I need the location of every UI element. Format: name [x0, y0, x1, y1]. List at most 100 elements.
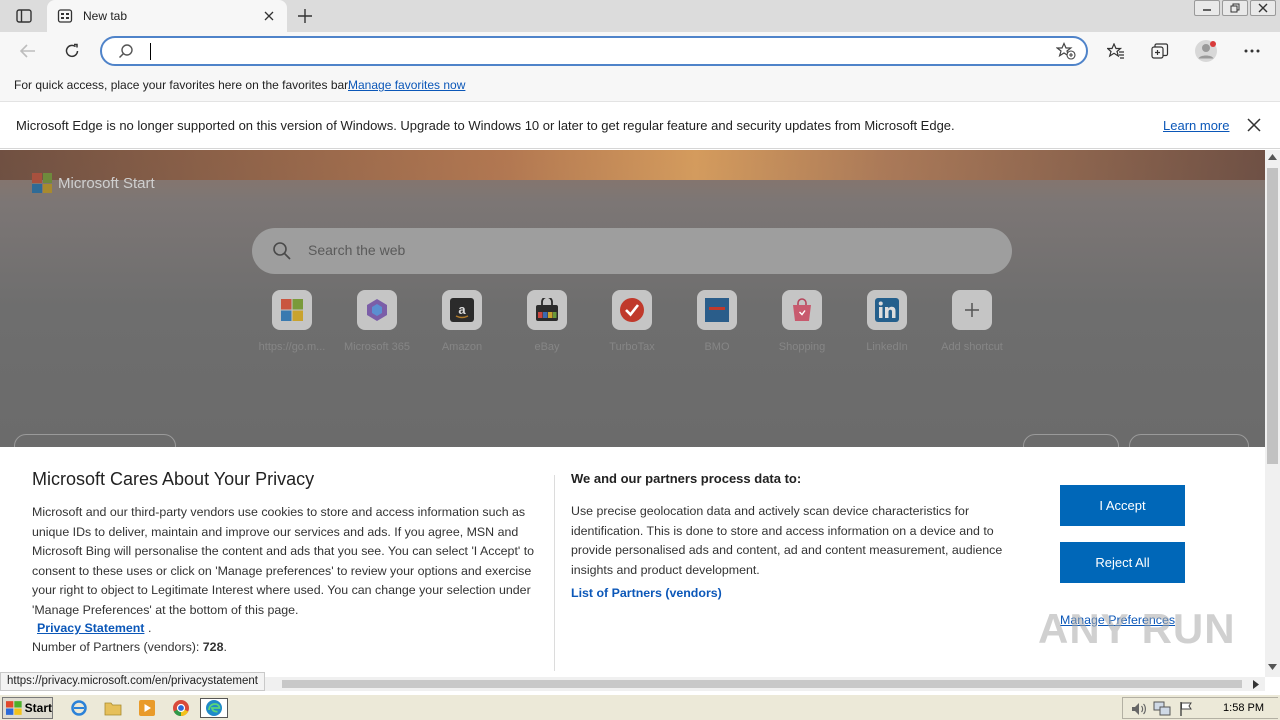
- shortcut-label: LinkedIn: [866, 341, 908, 353]
- learn-more-link[interactable]: Learn more: [1163, 118, 1229, 133]
- close-icon: [264, 11, 274, 21]
- title-bar: New tab: [0, 0, 1280, 32]
- shortcut-microsoft-365[interactable]: Microsoft 365: [334, 290, 420, 353]
- svg-text:a: a: [458, 302, 466, 317]
- horizontal-scroll-thumb[interactable]: [282, 680, 1242, 688]
- taskbar-ie[interactable]: [68, 698, 90, 718]
- scroll-right-arrow-icon[interactable]: [1253, 680, 1259, 689]
- restore-button[interactable]: [1222, 0, 1248, 16]
- minimize-button[interactable]: [1194, 0, 1220, 16]
- shortcut-turbotax[interactable]: TurboTax: [589, 290, 675, 353]
- scroll-up-arrow-icon[interactable]: [1268, 154, 1277, 160]
- refresh-icon: [65, 43, 79, 58]
- add-favorite-icon[interactable]: [1056, 42, 1076, 60]
- shortcut-label: Add shortcut: [941, 341, 1003, 353]
- tab-close-button[interactable]: [261, 8, 277, 24]
- status-url-tooltip: https://privacy.microsoft.com/en/privacy…: [0, 672, 265, 691]
- internet-explorer-icon: [71, 700, 87, 716]
- address-bar[interactable]: [100, 36, 1088, 66]
- partners-label: Number of Partners (vendors):: [32, 640, 203, 654]
- web-search-placeholder: Search the web: [308, 242, 406, 258]
- shortcut-linkedin[interactable]: LinkedIn: [844, 290, 930, 353]
- media-player-icon: [139, 700, 155, 716]
- shortcut-amazon[interactable]: a Amazon: [419, 290, 505, 353]
- process-title: We and our partners process data to:: [571, 471, 802, 486]
- list-of-partners-link[interactable]: List of Partners (vendors): [571, 586, 722, 600]
- shortcut-tile: [867, 290, 907, 330]
- taskbar-media-player[interactable]: [136, 698, 158, 718]
- vertical-scrollbar[interactable]: [1265, 150, 1280, 677]
- shortcut-go-m[interactable]: https://go.m...: [249, 290, 335, 353]
- favorites-bar-hint: For quick access, place your favorites h…: [14, 78, 351, 92]
- microsoft-start-logo[interactable]: Microsoft Start: [32, 173, 155, 193]
- search-icon: [273, 242, 291, 260]
- partners-count-line: Number of Partners (vendors): 728.: [32, 640, 227, 654]
- taskbar-clock[interactable]: 1:58 PM: [1223, 702, 1264, 714]
- shortcut-tile: [612, 290, 652, 330]
- settings-more-button[interactable]: [1238, 37, 1266, 65]
- taskbar-chrome[interactable]: [170, 698, 192, 718]
- m365-icon: [367, 299, 387, 321]
- volume-icon[interactable]: [1131, 702, 1147, 716]
- turbotax-icon: [620, 298, 644, 322]
- folder-icon: [104, 702, 122, 716]
- shortcut-label: TurboTax: [609, 341, 655, 353]
- shortcut-shopping[interactable]: Shopping: [759, 290, 845, 353]
- scroll-down-arrow-icon[interactable]: [1268, 664, 1277, 670]
- process-body: Use precise geolocation data and activel…: [571, 504, 1003, 577]
- start-button[interactable]: Start: [2, 697, 53, 719]
- tab-new-tab[interactable]: New tab: [47, 0, 287, 32]
- shortcut-ebay[interactable]: eBay: [504, 290, 590, 353]
- shortcut-tile: [782, 290, 822, 330]
- back-button[interactable]: [14, 37, 42, 65]
- new-tab-button[interactable]: [292, 4, 318, 28]
- search-icon: [118, 44, 133, 59]
- refresh-button[interactable]: [58, 37, 86, 65]
- newtab-favicon-icon: [57, 9, 73, 23]
- browser-toolbar: [0, 32, 1280, 70]
- system-tray: 1:58 PM: [1122, 697, 1278, 719]
- bmo-icon: [705, 298, 729, 322]
- close-icon: [1247, 118, 1261, 132]
- privacy-body: Microsoft and our third-party vendors us…: [32, 505, 535, 617]
- add-shortcut-button[interactable]: Add shortcut: [929, 290, 1015, 353]
- accept-button[interactable]: I Accept: [1060, 485, 1185, 526]
- favorites-star-icon: [1107, 43, 1124, 59]
- shortcut-label: https://go.m...: [258, 341, 326, 353]
- amazon-icon: a: [450, 298, 474, 322]
- privacy-divider: [554, 475, 555, 671]
- tab-title: New tab: [83, 9, 128, 23]
- linkedin-icon: [875, 298, 899, 322]
- shortcut-label: Shopping: [778, 341, 826, 353]
- taskbar-explorer[interactable]: [102, 698, 124, 718]
- tab-actions-button[interactable]: [8, 6, 40, 26]
- privacy-title: Microsoft Cares About Your Privacy: [32, 469, 315, 489]
- minimize-icon: [1203, 9, 1211, 11]
- tab-actions-icon: [16, 9, 32, 23]
- web-search-box[interactable]: Search the web: [252, 228, 1012, 274]
- microsoft-logo-icon: [32, 173, 52, 193]
- collections-button[interactable]: [1146, 37, 1174, 65]
- unsupported-os-infobar: Microsoft Edge is no longer supported on…: [0, 103, 1280, 149]
- collections-icon: [1151, 43, 1169, 59]
- shortcut-bmo[interactable]: BMO: [674, 290, 760, 353]
- profile-avatar-icon: [1195, 40, 1217, 62]
- address-caret: [150, 43, 151, 60]
- action-center-flag-icon[interactable]: [1179, 701, 1193, 717]
- profile-button[interactable]: [1192, 37, 1220, 65]
- window-controls: [1192, 0, 1276, 18]
- privacy-statement-link[interactable]: Privacy Statement: [37, 621, 144, 635]
- close-window-button[interactable]: [1250, 0, 1276, 16]
- reject-all-button[interactable]: Reject All: [1060, 542, 1185, 583]
- infobar-close-button[interactable]: [1247, 118, 1261, 135]
- favorites-button[interactable]: [1102, 37, 1130, 65]
- network-icon[interactable]: [1153, 701, 1171, 717]
- privacy-statement-dot: .: [148, 621, 152, 635]
- close-icon: [1258, 3, 1268, 13]
- shortcut-label: Microsoft 365: [343, 341, 411, 353]
- manage-favorites-link[interactable]: Manage favorites now: [348, 78, 465, 92]
- partners-count: 728: [202, 640, 224, 654]
- taskbar-edge[interactable]: [200, 698, 228, 718]
- vertical-scroll-thumb[interactable]: [1267, 168, 1278, 464]
- plus-icon: [965, 303, 979, 317]
